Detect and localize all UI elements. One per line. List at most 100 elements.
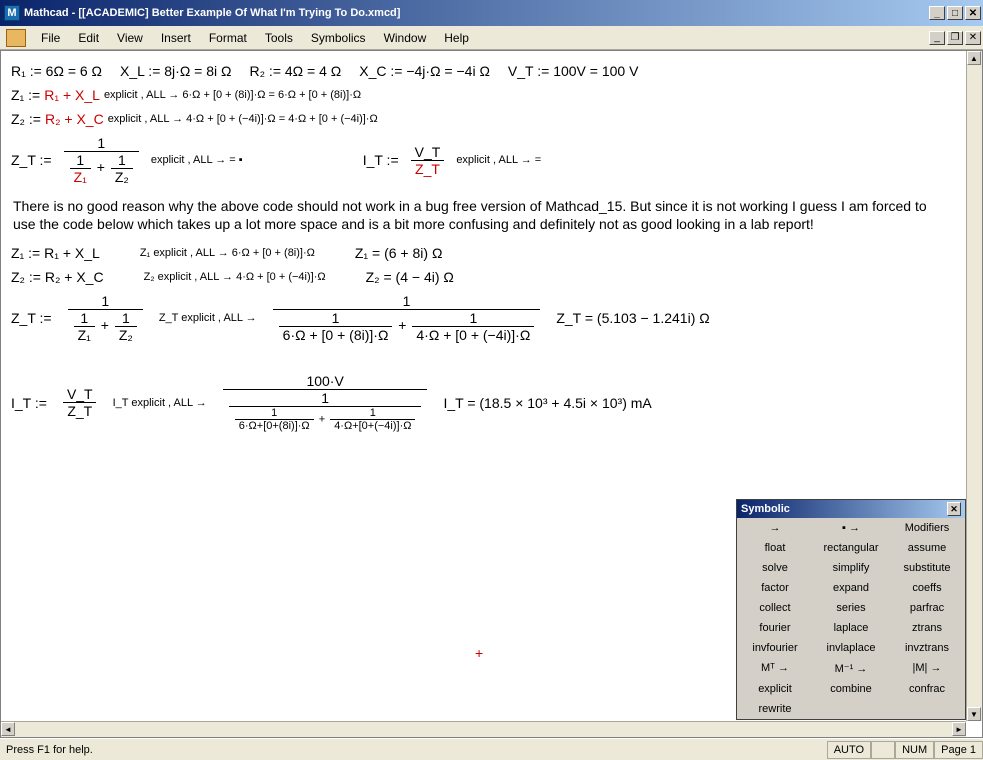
menu-help[interactable]: Help bbox=[435, 27, 478, 49]
zt-lhs: Z_T := bbox=[11, 152, 52, 168]
window-title: Mathcad - [[ACADEMIC] Better Example Of … bbox=[24, 7, 400, 19]
ztb-big-d2b: 4·Ω + [0 + (−4i)]·Ω bbox=[412, 326, 534, 343]
ztb-result: Z_T = (5.103 − 1.241i) Ω bbox=[556, 310, 709, 326]
doc-restore-button[interactable]: ❐ bbox=[947, 31, 963, 45]
menu-file[interactable]: File bbox=[32, 27, 69, 49]
titlebar: M Mathcad - [[ACADEMIC] Better Example O… bbox=[0, 0, 983, 26]
symbolic-grid: → ▪ → Modifiers float rectangular assume… bbox=[737, 518, 965, 719]
itb-bigfrac: 100·V 1 16·Ω+[0+(8i)]·Ω + 14·Ω+[0+(−4i)]… bbox=[223, 373, 428, 432]
sym-invlaplace[interactable]: invlaplace bbox=[813, 638, 889, 658]
sym-modifiers[interactable]: Modifiers bbox=[889, 518, 965, 538]
sym-substitute[interactable]: substitute bbox=[889, 558, 965, 578]
sym-expand[interactable]: expand bbox=[813, 578, 889, 598]
eq-z1b[interactable]: Z₁ := R₁ + X_L Z₁ explicit , ALL → 6·Ω +… bbox=[11, 245, 958, 261]
sym-float[interactable]: float bbox=[737, 538, 813, 558]
eq-xc[interactable]: X_C := −4j·Ω = −4i Ω bbox=[359, 63, 490, 79]
itb-top: V_T bbox=[63, 386, 97, 402]
z1-rhs: explicit , ALL → 6·Ω + [0 + (8i)]·Ω = 6·… bbox=[104, 89, 361, 101]
sym-laplace[interactable]: laplace bbox=[813, 618, 889, 638]
doc-close-button[interactable]: ✕ bbox=[965, 31, 981, 45]
eq-vt[interactable]: V_T := 100V = 100 V bbox=[508, 63, 639, 79]
sym-rectangular[interactable]: rectangular bbox=[813, 538, 889, 558]
itb-frac: V_T Z_T bbox=[63, 386, 97, 419]
sym-parfrac[interactable]: parfrac bbox=[889, 598, 965, 618]
symbolic-title[interactable]: Symbolic ✕ bbox=[737, 500, 965, 518]
itb-result: I_T = (18.5 × 10³ + 4.5i × 10³) mA bbox=[443, 395, 651, 411]
sym-simplify[interactable]: simplify bbox=[813, 558, 889, 578]
ztb-big-top: 1 bbox=[399, 293, 415, 309]
menu-edit[interactable]: Edit bbox=[69, 27, 108, 49]
scroll-left-button[interactable]: ◄ bbox=[1, 722, 15, 736]
symbolic-title-text: Symbolic bbox=[741, 503, 790, 515]
sym-ztrans[interactable]: ztrans bbox=[889, 618, 965, 638]
sym-fourier[interactable]: fourier bbox=[737, 618, 813, 638]
status-help: Press F1 for help. bbox=[0, 741, 827, 759]
maximize-button[interactable]: □ bbox=[947, 6, 963, 20]
z2b-b: Z₂ explicit , ALL → 4·Ω + [0 + (−4i)]·Ω bbox=[144, 271, 326, 283]
sym-block-arrow[interactable]: ▪ → bbox=[813, 518, 889, 538]
sym-invztrans[interactable]: invztrans bbox=[889, 638, 965, 658]
it-bot: Z_T bbox=[411, 160, 444, 177]
sym-rewrite[interactable]: rewrite bbox=[737, 699, 813, 719]
itb-big-bot-bot: 16·Ω+[0+(8i)]·Ω + 14·Ω+[0+(−4i)]·Ω bbox=[229, 406, 422, 432]
zt-top: 1 bbox=[93, 135, 109, 151]
itb-big-d2b: 4·Ω+[0+(−4i)]·Ω bbox=[330, 419, 415, 432]
sym-arrow[interactable]: → bbox=[737, 518, 813, 538]
eq-z2b[interactable]: Z₂ := R₂ + X_C Z₂ explicit , ALL → 4·Ω +… bbox=[11, 269, 958, 285]
eq-z2[interactable]: Z₂ := R₂ + X_C explicit , ALL → 4·Ω + [0… bbox=[11, 111, 958, 127]
scroll-right-button[interactable]: ► bbox=[952, 722, 966, 736]
itb-lhs: I_T := bbox=[11, 395, 47, 411]
itb-big-d1t: 1 bbox=[267, 407, 281, 419]
z1-lhs: Z₁ := bbox=[11, 87, 40, 103]
symbolic-toolbar[interactable]: Symbolic ✕ → ▪ → Modifiers float rectang… bbox=[736, 499, 966, 720]
status-blank bbox=[871, 741, 895, 759]
menu-insert[interactable]: Insert bbox=[152, 27, 200, 49]
sym-factor[interactable]: factor bbox=[737, 578, 813, 598]
eq-ztb[interactable]: Z_T := 1 1Z₁ + 1Z₂ Z_T explicit , ALL → … bbox=[11, 293, 958, 343]
minimize-button[interactable]: _ bbox=[929, 6, 945, 20]
sym-coeffs[interactable]: coeffs bbox=[889, 578, 965, 598]
sym-assume[interactable]: assume bbox=[889, 538, 965, 558]
eq-z1[interactable]: Z₁ := R₁ + X_L explicit , ALL → 6·Ω + [0… bbox=[11, 87, 958, 103]
vertical-scrollbar[interactable]: ▲ ▼ bbox=[966, 51, 982, 721]
scroll-up-button[interactable]: ▲ bbox=[967, 51, 981, 65]
sym-combine[interactable]: combine bbox=[813, 679, 889, 699]
ztb-big-d2t: 1 bbox=[465, 310, 481, 326]
eq-xl[interactable]: X_L := 8j·Ω = 8i Ω bbox=[120, 63, 231, 79]
eq-itb[interactable]: I_T := V_T Z_T I_T explicit , ALL → 100·… bbox=[11, 373, 958, 432]
menu-tools[interactable]: Tools bbox=[256, 27, 302, 49]
itb-mid: I_T explicit , ALL → bbox=[113, 397, 207, 409]
cursor-crosshair: + bbox=[475, 645, 483, 661]
eq-line1[interactable]: R₁ := 6Ω = 6 Ω X_L := 8j·Ω = 8i Ω R₂ := … bbox=[11, 63, 958, 79]
horizontal-scrollbar[interactable]: ◄ ► bbox=[1, 721, 966, 737]
ztb-d1b: Z₁ bbox=[74, 326, 95, 343]
sym-mdet[interactable]: |M| → bbox=[889, 658, 965, 679]
worksheet[interactable]: R₁ := 6Ω = 6 Ω X_L := 8j·Ω = 8i Ω R₂ := … bbox=[0, 50, 983, 738]
menubar: File Edit View Insert Format Tools Symbo… bbox=[0, 26, 983, 50]
it-lhs: I_T := bbox=[363, 152, 399, 168]
ztb-frac: 1 1Z₁ + 1Z₂ bbox=[68, 293, 143, 343]
menu-window[interactable]: Window bbox=[375, 27, 436, 49]
menu-format[interactable]: Format bbox=[200, 27, 256, 49]
sym-series[interactable]: series bbox=[813, 598, 889, 618]
sym-solve[interactable]: solve bbox=[737, 558, 813, 578]
z1b-b: Z₁ explicit , ALL → 6·Ω + [0 + (8i)]·Ω bbox=[140, 247, 315, 259]
menu-symbolics[interactable]: Symbolics bbox=[302, 27, 375, 49]
scroll-down-button[interactable]: ▼ bbox=[967, 707, 981, 721]
eq-r1[interactable]: R₁ := 6Ω = 6 Ω bbox=[11, 63, 102, 79]
z2b-c: Z₂ = (4 − 4i) Ω bbox=[366, 269, 454, 285]
sym-explicit[interactable]: explicit bbox=[737, 679, 813, 699]
menu-view[interactable]: View bbox=[108, 27, 152, 49]
sym-confrac[interactable]: confrac bbox=[889, 679, 965, 699]
symbolic-close-button[interactable]: ✕ bbox=[947, 502, 961, 516]
sym-minverse[interactable]: M⁻¹ → bbox=[813, 658, 889, 679]
sym-invfourier[interactable]: invfourier bbox=[737, 638, 813, 658]
close-button[interactable]: ✕ bbox=[965, 6, 981, 20]
text-note[interactable]: There is no good reason why the above co… bbox=[13, 197, 933, 233]
eq-zt[interactable]: Z_T := 1 1Z₁ + 1Z₂ explicit , ALL → = ▪ … bbox=[11, 135, 958, 185]
eq-r2[interactable]: R₂ := 4Ω = 4 Ω bbox=[250, 63, 342, 79]
doc-minimize-button[interactable]: _ bbox=[929, 31, 945, 45]
sym-mtranspose[interactable]: Mᵀ → bbox=[737, 658, 813, 679]
sym-collect[interactable]: collect bbox=[737, 598, 813, 618]
ztb-lhs: Z_T := bbox=[11, 310, 52, 326]
